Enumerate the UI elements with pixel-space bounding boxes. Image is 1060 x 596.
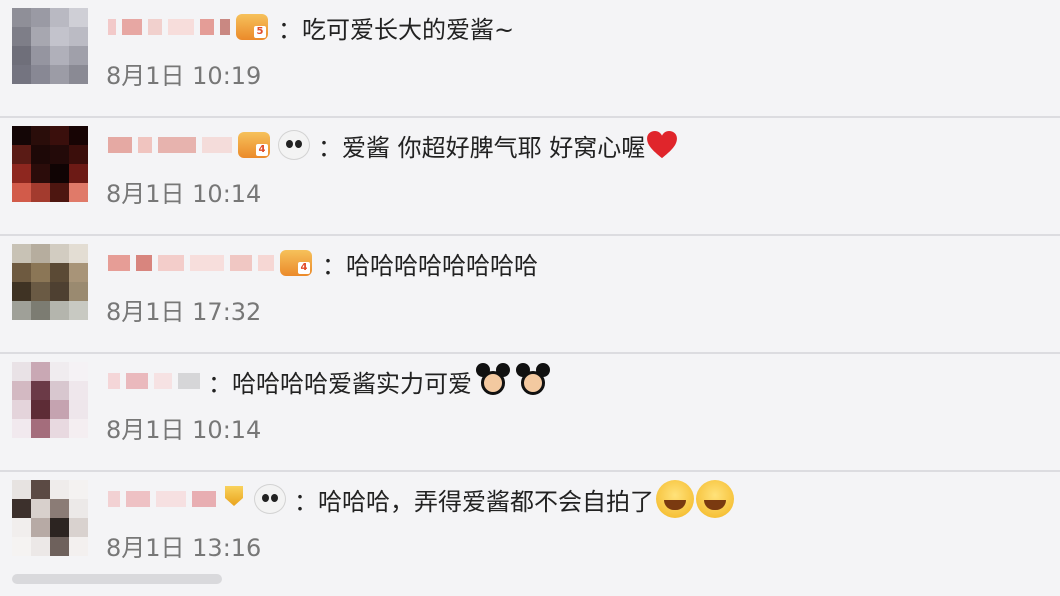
masked-name-block [156, 491, 186, 507]
vip-badge-icon [222, 486, 246, 512]
masked-name-block [200, 19, 214, 35]
masked-name-block [158, 137, 196, 153]
masked-name-block [126, 373, 148, 389]
masked-name-block [108, 373, 120, 389]
masked-name-block [258, 255, 274, 271]
badge-level: 4 [298, 262, 310, 274]
comment-item: 4 ：哈哈哈哈哈哈哈哈 8月1日 17:32 [0, 236, 1060, 354]
masked-name-block [202, 137, 232, 153]
username[interactable]: ：哈哈哈，弄得爱酱都不会自拍了 [108, 480, 734, 518]
avatar[interactable] [12, 8, 88, 84]
mickey-emoji-icon [514, 363, 552, 399]
timestamp: 8月1日 13:16 [106, 534, 262, 562]
laughing-tears-emoji-icon [696, 480, 734, 518]
comment-text: ：哈哈哈，弄得爱酱都不会自拍了 [294, 487, 654, 516]
username[interactable]: 4 ：爱酱 你超好脾气耶 好窝心喔 [108, 130, 678, 162]
masked-name-block [168, 19, 194, 35]
heart-emoji-icon [647, 131, 678, 159]
mickey-emoji-icon [474, 363, 512, 399]
comment-item: ：哈哈哈，弄得爱酱都不会自拍了 8月1日 13:16 [0, 472, 1060, 590]
panda-icon [254, 484, 286, 514]
avatar[interactable] [12, 244, 88, 320]
masked-name-block [108, 255, 130, 271]
level-badge-icon: 4 [280, 250, 312, 276]
badge-level: 4 [256, 144, 268, 156]
timestamp: 8月1日 17:32 [106, 298, 262, 326]
masked-name-block [138, 137, 152, 153]
timestamp: 8月1日 10:19 [106, 62, 262, 90]
avatar[interactable] [12, 362, 88, 438]
masked-name-block [136, 255, 152, 271]
comment-text: ：爱酱 你超好脾气耶 好窝心喔 [318, 133, 646, 162]
comment-item: 4 ：爱酱 你超好脾气耶 好窝心喔 8月1日 10:14 [0, 118, 1060, 236]
level-badge-icon: 4 [238, 132, 270, 158]
masked-name-block [126, 491, 150, 507]
horizontal-scrollbar[interactable] [12, 574, 222, 584]
masked-name-block [178, 373, 200, 389]
username[interactable]: 5 ：吃可爱长大的爱酱~ [108, 14, 514, 44]
comment-text: ：吃可爱长大的爱酱~ [278, 15, 515, 44]
masked-name-block [108, 137, 132, 153]
masked-name-block [192, 491, 216, 507]
timestamp: 8月1日 10:14 [106, 416, 262, 444]
badge-level: 5 [254, 26, 266, 38]
timestamp: 8月1日 10:14 [106, 180, 262, 208]
level-badge-icon: 5 [236, 14, 268, 40]
comment-text: ：哈哈哈哈爱酱实力可爱 [208, 369, 472, 398]
laughing-tears-emoji-icon [656, 480, 694, 518]
masked-name-block [108, 491, 120, 507]
masked-name-block [122, 19, 142, 35]
comment-item: 5 ：吃可爱长大的爱酱~ 8月1日 10:19 [0, 0, 1060, 118]
masked-name-block [190, 255, 224, 271]
comment-text: ：哈哈哈哈哈哈哈哈 [322, 251, 538, 280]
masked-name-block [230, 255, 252, 271]
masked-name-block [108, 19, 116, 35]
masked-name-block [158, 255, 184, 271]
comment-item: ：哈哈哈哈爱酱实力可爱 8月1日 10:14 [0, 354, 1060, 472]
panda-icon [278, 130, 310, 160]
username[interactable]: ：哈哈哈哈爱酱实力可爱 [108, 363, 552, 398]
avatar[interactable] [12, 480, 88, 556]
comment-list: 5 ：吃可爱长大的爱酱~ 8月1日 10:19 4 ：爱酱 你超好脾气耶 好窝心… [0, 0, 1060, 596]
avatar[interactable] [12, 126, 88, 202]
masked-name-block [148, 19, 162, 35]
masked-name-block [220, 19, 230, 35]
masked-name-block [154, 373, 172, 389]
username[interactable]: 4 ：哈哈哈哈哈哈哈哈 [108, 250, 538, 280]
